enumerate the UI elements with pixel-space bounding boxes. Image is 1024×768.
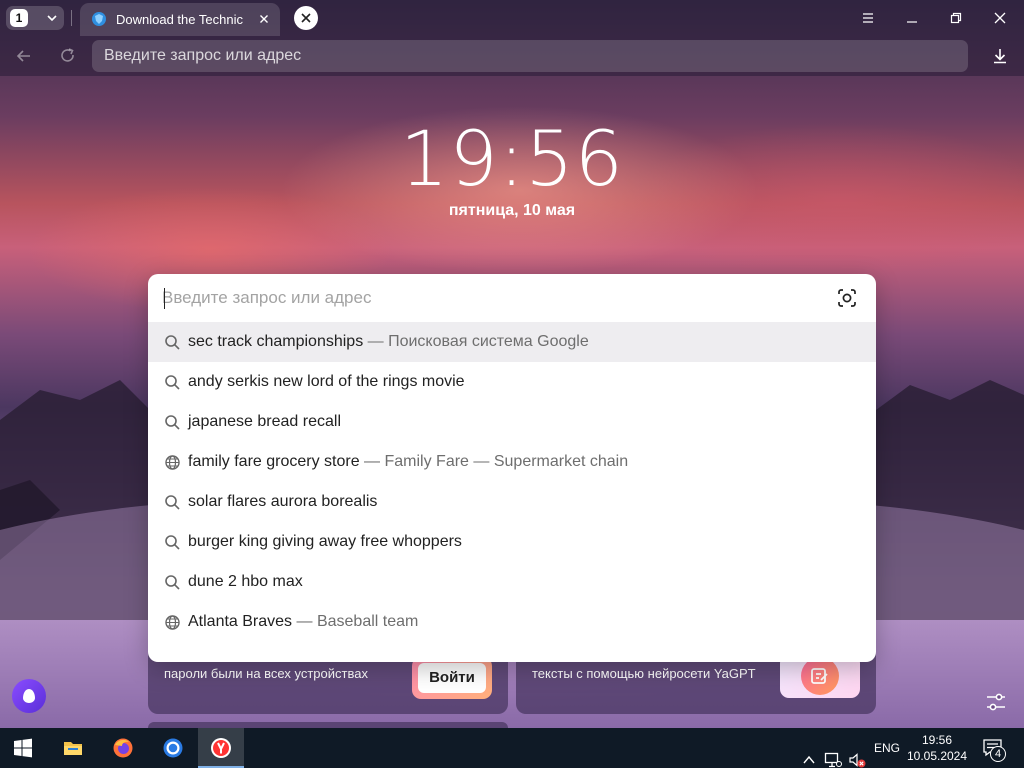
close-icon xyxy=(301,13,311,23)
suggestion-item[interactable]: dune 2 hbo max xyxy=(148,562,876,602)
search-dropdown: sec track championships — Поисковая сист… xyxy=(148,274,876,662)
yandex-browser-icon xyxy=(211,738,231,758)
suggestion-hint: — Baseball team xyxy=(292,613,419,630)
notification-count: 4 xyxy=(990,746,1006,762)
search-icon xyxy=(165,495,180,510)
customize-sliders-icon[interactable] xyxy=(984,690,1008,714)
globe-icon xyxy=(165,455,180,470)
suggestion-query: andy serkis new lord of the rings movie xyxy=(188,373,465,390)
clock: 19:56 xyxy=(399,114,625,203)
search-icon xyxy=(165,535,180,550)
sync-card-text: пароли были на всех устройствах xyxy=(164,666,368,681)
tab-counter-button[interactable]: 1 xyxy=(6,6,64,30)
tab-separator xyxy=(71,10,72,26)
yandex-browser-button[interactable] xyxy=(198,728,244,768)
date: пятница, 10 мая xyxy=(448,202,576,219)
suggestion-query: Atlanta Braves xyxy=(188,613,293,630)
globe-icon xyxy=(165,615,180,630)
text-caret xyxy=(164,288,165,309)
firefox-icon xyxy=(113,738,133,758)
start-button[interactable] xyxy=(0,728,46,768)
tab-title: Download the Technic xyxy=(116,12,243,27)
hamburger-icon xyxy=(863,13,873,23)
folder-icon xyxy=(64,742,82,755)
yagpt-card-text: тексты с помощью нейросети YaGPT xyxy=(532,666,756,681)
search-icon xyxy=(165,575,180,590)
close-icon xyxy=(994,12,1006,24)
search-input[interactable] xyxy=(162,284,822,312)
suggestion-item[interactable]: japanese bread recall xyxy=(148,402,876,442)
toolbar xyxy=(0,36,1024,76)
download-icon[interactable] xyxy=(990,46,1010,66)
file-explorer-button[interactable] xyxy=(50,728,96,768)
suggestion-item[interactable]: solar flares aurora borealis xyxy=(148,482,876,522)
login-button[interactable]: Войти xyxy=(412,657,492,699)
address-bar[interactable] xyxy=(92,40,968,72)
system-clock[interactable]: 19:56 10.05.2024 xyxy=(906,732,968,764)
chevron-up-icon[interactable] xyxy=(802,740,816,768)
edit-note-icon xyxy=(811,668,828,684)
chrome-button[interactable] xyxy=(150,728,196,768)
alice-icon xyxy=(23,689,35,703)
suggestion-item[interactable]: burger king giving away free whoppers xyxy=(148,522,876,562)
search-icon xyxy=(165,415,180,430)
suggestion-query: burger king giving away free whoppers xyxy=(188,533,462,550)
system-date: 10.05.2024 xyxy=(906,749,968,763)
minimize-icon xyxy=(907,21,917,23)
new-tab-button[interactable] xyxy=(294,6,318,30)
shield-favicon-icon xyxy=(92,12,106,26)
suggestion-query: dune 2 hbo max xyxy=(188,573,303,590)
menu-button[interactable] xyxy=(856,6,880,30)
alice-assistant-button[interactable] xyxy=(12,679,46,713)
camera-search-icon[interactable] xyxy=(836,287,858,309)
restore-button[interactable] xyxy=(944,6,968,30)
taskbar: ENG 19:56 10.05.2024 4 xyxy=(0,728,1024,768)
suggestion-item[interactable]: sec track championships — Поисковая сист… xyxy=(148,322,876,362)
restore-icon xyxy=(950,12,962,24)
chevron-down-icon xyxy=(47,15,57,22)
tab-count: 1 xyxy=(10,9,28,27)
back-arrow-icon[interactable] xyxy=(14,46,34,66)
suggestion-item[interactable]: Atlanta Braves — Baseball team xyxy=(148,602,876,642)
chrome-icon xyxy=(163,738,183,758)
search-box[interactable] xyxy=(148,274,876,322)
tab-active[interactable]: Download the Technic xyxy=(80,3,280,36)
suggestion-query: japanese bread recall xyxy=(188,413,341,430)
search-icon xyxy=(165,375,180,390)
tab-close-icon[interactable] xyxy=(256,11,272,27)
close-window-button[interactable] xyxy=(988,6,1012,30)
search-icon xyxy=(165,335,180,350)
suggestion-item[interactable]: family fare grocery store — Family Fare … xyxy=(148,442,876,482)
windows-logo-icon xyxy=(14,738,32,758)
reload-icon[interactable] xyxy=(58,46,78,66)
login-button-label: Войти xyxy=(418,663,486,693)
tab-bar: 1 Download the Technic xyxy=(0,0,1024,36)
input-language[interactable]: ENG xyxy=(874,741,900,755)
suggestion-hint: — Family Fare — Supermarket chain xyxy=(359,453,629,470)
suggestion-hint: — Поисковая система Google xyxy=(363,333,589,350)
suggestion-item[interactable]: andy serkis new lord of the rings movie xyxy=(148,362,876,402)
suggestion-query: solar flares aurora borealis xyxy=(188,493,378,510)
suggestion-query: sec track championships xyxy=(188,333,364,350)
firefox-button[interactable] xyxy=(100,728,146,768)
minimize-button[interactable] xyxy=(900,6,924,30)
address-input[interactable] xyxy=(92,40,968,72)
volume-muted-icon[interactable] xyxy=(848,740,866,768)
system-time: 19:56 xyxy=(921,733,953,747)
suggestion-query: family fare grocery store xyxy=(188,453,360,470)
action-center-button[interactable]: 4 xyxy=(982,738,1006,763)
network-icon[interactable] xyxy=(824,740,842,768)
